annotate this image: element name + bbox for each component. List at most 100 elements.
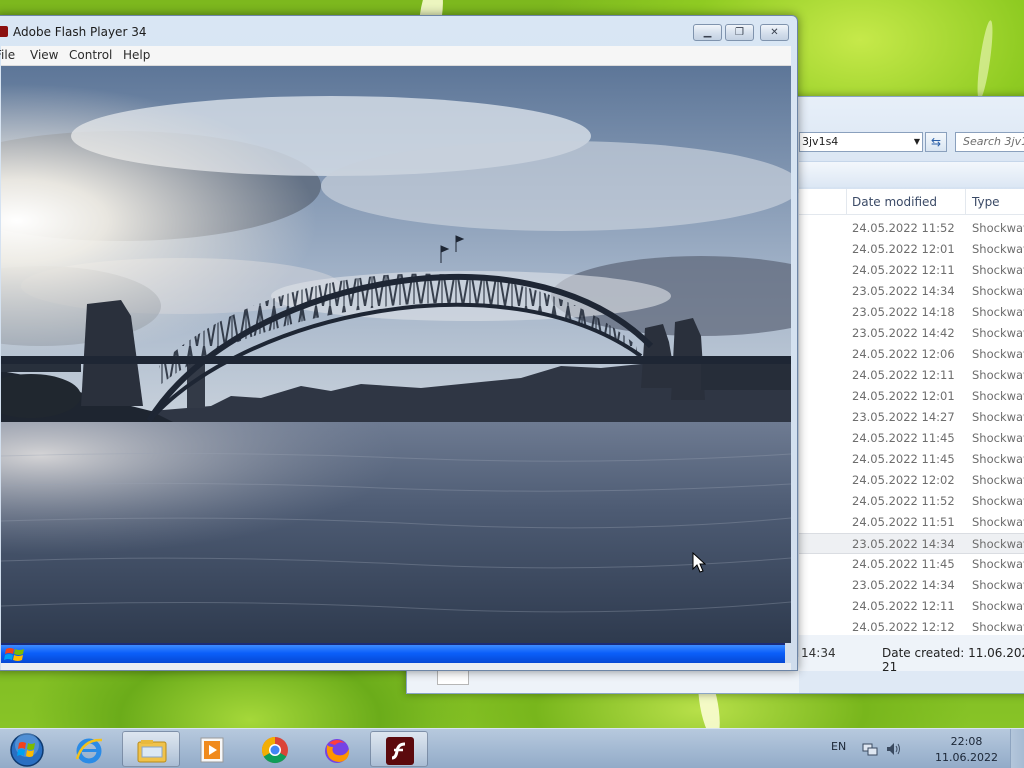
row-date-modified: 24.05.2022 11:45 bbox=[852, 431, 955, 445]
taskbar-flash-player[interactable] bbox=[370, 731, 428, 767]
row-type: Shockwave bbox=[972, 599, 1024, 613]
language-indicator[interactable]: EN bbox=[831, 740, 846, 753]
address-bar[interactable]: 3jv1s4 ▼ bbox=[799, 132, 923, 152]
table-row[interactable]: 24.05.2022 11:52 Shockwave bbox=[799, 218, 1024, 239]
table-row[interactable]: 24.05.2022 12:11 Shockwave bbox=[799, 365, 1024, 386]
clock-date: 11.06.2022 bbox=[935, 751, 998, 764]
menu-help[interactable]: Help bbox=[123, 48, 150, 62]
table-row[interactable]: 24.05.2022 12:02 Shockwave bbox=[799, 470, 1024, 491]
flash-player-icon bbox=[386, 737, 414, 765]
table-row[interactable]: 23.05.2022 14:34 Shockwave bbox=[799, 281, 1024, 302]
minimize-button[interactable]: ▁ bbox=[693, 24, 722, 41]
table-row[interactable]: 24.05.2022 11:45 Shockwave bbox=[799, 428, 1024, 449]
details-pane: 14:34 Date created: 11.06.2022 21 bbox=[799, 635, 1024, 674]
command-bar bbox=[799, 161, 1024, 187]
row-type: Shockwave bbox=[972, 242, 1024, 256]
table-row[interactable]: 23.05.2022 14:27 Shockwave bbox=[799, 407, 1024, 428]
row-date-modified: 24.05.2022 11:51 bbox=[852, 515, 955, 529]
table-row[interactable]: 23.05.2022 14:18 Shockwave bbox=[799, 302, 1024, 323]
show-desktop-button[interactable] bbox=[1010, 729, 1024, 768]
taskbar-internet-explorer[interactable] bbox=[60, 731, 118, 767]
row-type: Shockwave bbox=[972, 578, 1024, 592]
menu-file[interactable]: File bbox=[0, 48, 15, 62]
table-row[interactable]: 24.05.2022 12:11 Shockwave bbox=[799, 596, 1024, 617]
network-icon[interactable] bbox=[862, 741, 878, 757]
maximize-button[interactable]: ❐ bbox=[725, 24, 754, 41]
column-date-modified[interactable]: Date modified bbox=[852, 195, 937, 209]
row-type: Shockwave bbox=[972, 452, 1024, 466]
table-row[interactable]: 23.05.2022 14:34 Shockwave bbox=[799, 533, 1024, 554]
row-type: Shockwave bbox=[972, 284, 1024, 298]
details-modified-fragment: 14:34 bbox=[801, 646, 836, 660]
minimize-icon: ▁ bbox=[703, 27, 712, 38]
table-row[interactable]: 24.05.2022 12:06 Shockwave bbox=[799, 344, 1024, 365]
row-date-modified: 24.05.2022 12:11 bbox=[852, 599, 955, 613]
row-date-modified: 24.05.2022 12:12 bbox=[852, 620, 955, 634]
row-date-modified: 24.05.2022 12:11 bbox=[852, 368, 955, 382]
table-row[interactable]: 24.05.2022 12:01 Shockwave bbox=[799, 386, 1024, 407]
menu-control[interactable]: Control bbox=[69, 48, 112, 62]
row-date-modified: 24.05.2022 12:06 bbox=[852, 347, 955, 361]
column-type[interactable]: Type bbox=[972, 195, 1000, 209]
row-date-modified: 24.05.2022 11:52 bbox=[852, 494, 955, 508]
taskbar-firefox[interactable] bbox=[308, 731, 366, 767]
row-date-modified: 23.05.2022 14:34 bbox=[852, 537, 955, 551]
chevron-down-icon[interactable]: ▼ bbox=[914, 133, 920, 151]
clock-time: 22:08 bbox=[950, 735, 983, 748]
table-row[interactable]: 24.05.2022 12:11 Shockwave bbox=[799, 260, 1024, 281]
column-headers: Date modified Type bbox=[799, 189, 1024, 215]
file-list[interactable]: Date modified Type 24.05.2022 11:52 Shock… bbox=[799, 189, 1024, 635]
taskbar-chrome[interactable] bbox=[246, 731, 304, 767]
restore-icon: ❐ bbox=[735, 27, 744, 38]
address-text: 3jv1s4 bbox=[802, 135, 839, 148]
row-type: Shockwave bbox=[972, 410, 1024, 424]
menu-view[interactable]: View bbox=[30, 48, 58, 62]
row-date-modified: 23.05.2022 14:18 bbox=[852, 305, 955, 319]
harbour-bridge-image bbox=[1, 66, 791, 643]
window-bottom-border bbox=[1, 663, 791, 670]
table-row[interactable]: 24.05.2022 11:51 Shockwave bbox=[799, 512, 1024, 533]
table-row[interactable]: 23.05.2022 14:34 Shockwave bbox=[799, 575, 1024, 596]
row-date-modified: 24.05.2022 12:01 bbox=[852, 389, 955, 403]
table-row[interactable]: 24.05.2022 11:52 Shockwave bbox=[799, 491, 1024, 512]
internet-explorer-icon bbox=[75, 738, 103, 764]
flash-player-window[interactable]: Adobe Flash Player 34 ▁ ❐ ✕ File View Co… bbox=[0, 15, 798, 671]
table-row[interactable]: 23.05.2022 14:42 Shockwave bbox=[799, 323, 1024, 344]
row-type: Shockwave bbox=[972, 515, 1024, 529]
taskbar-media-player[interactable] bbox=[184, 731, 242, 767]
row-type: Shockwave bbox=[972, 473, 1024, 487]
start-button[interactable] bbox=[8, 731, 46, 767]
search-input[interactable]: Search 3jv1s4 bbox=[955, 132, 1024, 152]
row-date-modified: 24.05.2022 12:11 bbox=[852, 263, 955, 277]
volume-icon[interactable] bbox=[886, 741, 902, 757]
row-date-modified: 23.05.2022 14:34 bbox=[852, 284, 955, 298]
file-explorer-icon bbox=[137, 740, 167, 763]
row-date-modified: 24.05.2022 11:52 bbox=[852, 221, 955, 235]
row-type: Shockwave bbox=[972, 620, 1024, 634]
row-type: Shockwave bbox=[972, 305, 1024, 319]
row-type: Shockwave bbox=[972, 494, 1024, 508]
row-date-modified: 24.05.2022 12:01 bbox=[852, 242, 955, 256]
refresh-icon: ⇆ bbox=[930, 135, 942, 149]
row-type: Shockwave bbox=[972, 431, 1024, 445]
clock[interactable]: 22:08 11.06.2022 bbox=[935, 734, 998, 766]
flash-stage[interactable] bbox=[1, 66, 791, 643]
title-bar[interactable]: Adobe Flash Player 34 ▁ ❐ ✕ bbox=[0, 16, 797, 46]
table-row[interactable]: 24.05.2022 11:45 Shockwave bbox=[799, 554, 1024, 575]
flash-status-bar bbox=[1, 643, 785, 663]
details-date-created: Date created: 11.06.2022 21 bbox=[882, 646, 1024, 674]
row-type: Shockwave bbox=[972, 263, 1024, 277]
row-type: Shockwave bbox=[972, 368, 1024, 382]
menu-bar: File View Control Help bbox=[0, 46, 791, 66]
refresh-button[interactable]: ⇆ bbox=[925, 132, 947, 152]
windows-logo-icon bbox=[4, 648, 24, 661]
table-row[interactable]: 24.05.2022 11:45 Shockwave bbox=[799, 449, 1024, 470]
row-type: Shockwave bbox=[972, 537, 1024, 551]
windows-start-orb-icon bbox=[10, 733, 44, 767]
close-button[interactable]: ✕ bbox=[760, 24, 789, 41]
row-type: Shockwave bbox=[972, 347, 1024, 361]
window-title: Adobe Flash Player 34 bbox=[13, 25, 147, 39]
taskbar-file-explorer[interactable] bbox=[122, 731, 180, 767]
table-row[interactable]: 24.05.2022 12:01 Shockwave bbox=[799, 239, 1024, 260]
table-row[interactable]: 24.05.2022 12:12 Shockwave bbox=[799, 617, 1024, 635]
